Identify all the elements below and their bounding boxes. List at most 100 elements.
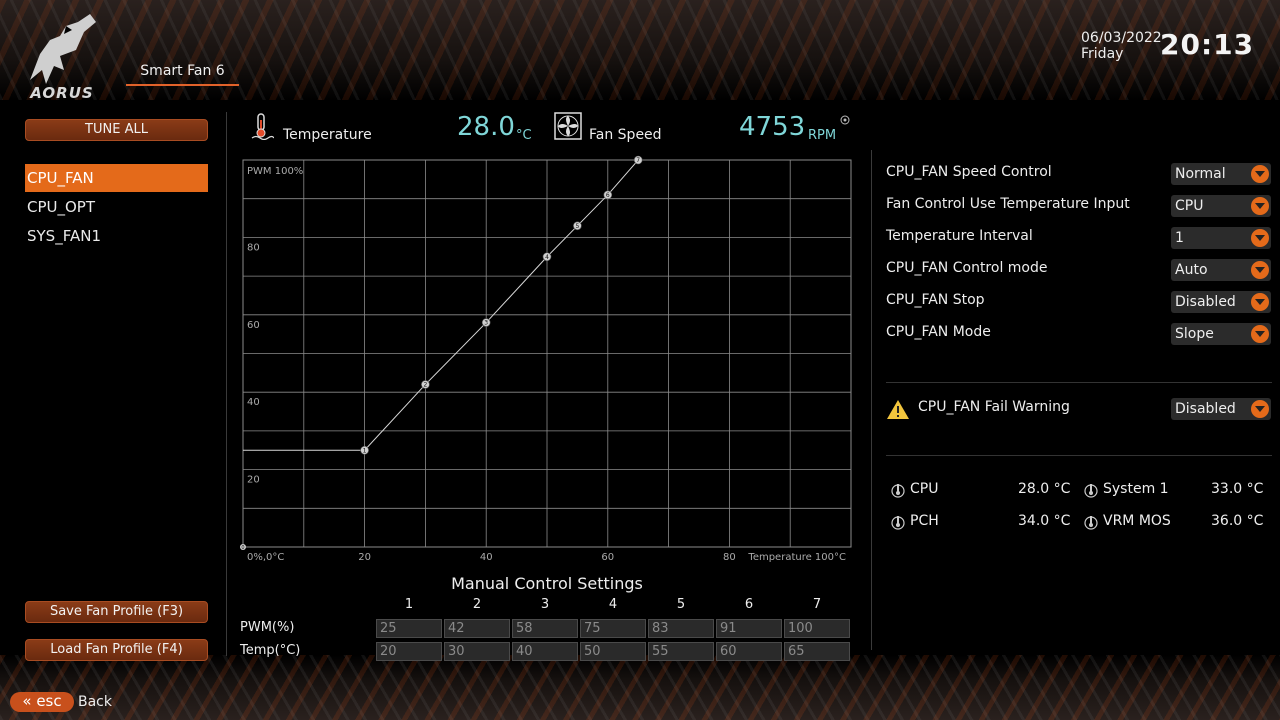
setting-label: CPU_FAN Stop (886, 292, 985, 308)
pwm-input-6[interactable]: 91 (716, 619, 782, 638)
origin-label: 0%,0°C (247, 552, 284, 563)
temperature-sensor-icon (1084, 484, 1098, 498)
chevron-down-icon (1251, 197, 1269, 215)
temp-input-2[interactable]: 30 (444, 642, 510, 661)
curve-point-label: 2 (423, 382, 427, 389)
setting-value: 1 (1175, 230, 1184, 246)
setting-label: Fan Control Use Temperature Input (886, 196, 1130, 212)
x-tick-label: 60 (601, 552, 614, 563)
column-header: 4 (608, 597, 618, 612)
setting-select[interactable]: CPU (1171, 195, 1271, 217)
setting-value: Normal (1175, 166, 1226, 182)
setting-value: Slope (1175, 326, 1214, 342)
curve-point-label: 5 (575, 223, 579, 230)
temp-input-4[interactable]: 50 (580, 642, 646, 661)
setting-select[interactable]: 1 (1171, 227, 1271, 249)
curve-point-1[interactable]: 1 (360, 445, 369, 455)
x-tick-label: 40 (480, 552, 493, 563)
setting-select[interactable]: Disabled (1171, 291, 1271, 313)
column-header: 3 (540, 597, 550, 612)
pwm-input-7[interactable]: 100 (784, 619, 850, 638)
curve-point-label: 3 (484, 320, 488, 327)
manual-control-title: Manual Control Settings (451, 574, 643, 593)
settings-separator (886, 382, 1272, 383)
y-tick-label: 80 (247, 242, 260, 253)
sensor-value: 36.0 °C (1211, 513, 1264, 529)
temp-input-5[interactable]: 55 (648, 642, 714, 661)
chevron-down-icon (1251, 165, 1269, 183)
back-label: Back (78, 694, 112, 710)
temperature-sensor-icon (891, 516, 905, 530)
column-header: 7 (812, 597, 822, 612)
curve-point-6[interactable]: 6 (603, 190, 613, 200)
chevron-down-icon (1251, 400, 1269, 418)
setting-label: Temperature Interval (886, 228, 1033, 244)
curve-point-origin-label: 0 (241, 545, 244, 551)
setting-value: Auto (1175, 262, 1208, 278)
curve-point-origin: 0 (240, 544, 246, 551)
x-axis-label: Temperature 100°C (747, 552, 846, 563)
temp-row-label: Temp(°C) (240, 643, 301, 658)
warning-icon (887, 400, 909, 419)
curve-point-4[interactable]: 4 (542, 252, 552, 262)
fan-curve-line (243, 159, 639, 451)
sensor-label: CPU (910, 481, 939, 497)
column-header: 6 (744, 597, 754, 612)
curve-point-label: 1 (363, 447, 367, 454)
temp-input-6[interactable]: 60 (716, 642, 782, 661)
y-tick-label: 20 (247, 475, 260, 486)
setting-select[interactable]: Slope (1171, 323, 1271, 345)
setting-label: CPU_FAN Speed Control (886, 164, 1052, 180)
temp-input-7[interactable]: 65 (784, 642, 850, 661)
chart-axis-labels: PWM 100% Temperature 100°C 0%,0°C 20 40 60… (247, 166, 846, 563)
temperature-sensor-icon (891, 484, 905, 498)
curve-point-label: 6 (606, 192, 610, 199)
sensor-value: 33.0 °C (1211, 481, 1264, 497)
column-header: 1 (404, 597, 414, 612)
setting-value: CPU (1175, 198, 1204, 214)
temp-input-3[interactable]: 40 (512, 642, 578, 661)
setting-label: CPU_FAN Control mode (886, 260, 1048, 276)
sensor-separator (886, 455, 1272, 456)
setting-select[interactable]: Normal (1171, 163, 1271, 185)
sensor-value: 28.0 °C (1018, 481, 1071, 497)
fail-warning-label: CPU_FAN Fail Warning (918, 399, 1070, 415)
pwm-input-2[interactable]: 42 (444, 619, 510, 638)
curve-point-label: 7 (636, 157, 640, 164)
x-tick-label: 80 (723, 552, 736, 563)
curve-point-label: 4 (545, 254, 549, 261)
y-tick-label: 40 (247, 397, 260, 408)
chart-grid (242, 159, 852, 548)
sensor-label: VRM MOS (1103, 513, 1171, 529)
esc-label: esc (36, 692, 62, 710)
chevron-down-icon (1251, 229, 1269, 247)
pwm-input-4[interactable]: 75 (580, 619, 646, 638)
fail-warning-value: Disabled (1175, 401, 1236, 417)
curve-point-5[interactable]: 5 (573, 221, 582, 231)
fail-warning-select[interactable]: Disabled (1171, 398, 1271, 420)
curve-point-3[interactable]: 3 (481, 318, 491, 327)
setting-label: CPU_FAN Mode (886, 324, 991, 340)
pwm-input-5[interactable]: 83 (648, 619, 714, 638)
y-axis-label: PWM 100% (247, 166, 303, 177)
y-tick-label: 60 (247, 320, 260, 331)
chevron-down-icon (1251, 293, 1269, 311)
chevron-down-icon (1251, 325, 1269, 343)
column-header: 2 (472, 597, 482, 612)
sensor-value: 34.0 °C (1018, 513, 1071, 529)
x-tick-label: 20 (358, 552, 371, 563)
pwm-input-3[interactable]: 58 (512, 619, 578, 638)
esc-button[interactable]: « esc (10, 692, 74, 712)
sensor-label: PCH (910, 513, 939, 529)
temp-input-1[interactable]: 20 (376, 642, 442, 661)
chevron-down-icon (1251, 261, 1269, 279)
pwm-input-1[interactable]: 25 (376, 619, 442, 638)
curve-point-7[interactable]: 7 (633, 155, 643, 165)
fan-curve-chart[interactable]: PWM 100% Temperature 100°C 0%,0°C 20 40 60… (0, 0, 1280, 720)
pwm-row-label: PWM(%) (240, 620, 295, 635)
sensor-label: System 1 (1103, 481, 1169, 497)
curve-point-2[interactable]: 2 (421, 380, 430, 389)
temperature-sensor-icon (1084, 516, 1098, 530)
column-header: 5 (676, 597, 686, 612)
setting-select[interactable]: Auto (1171, 259, 1271, 281)
